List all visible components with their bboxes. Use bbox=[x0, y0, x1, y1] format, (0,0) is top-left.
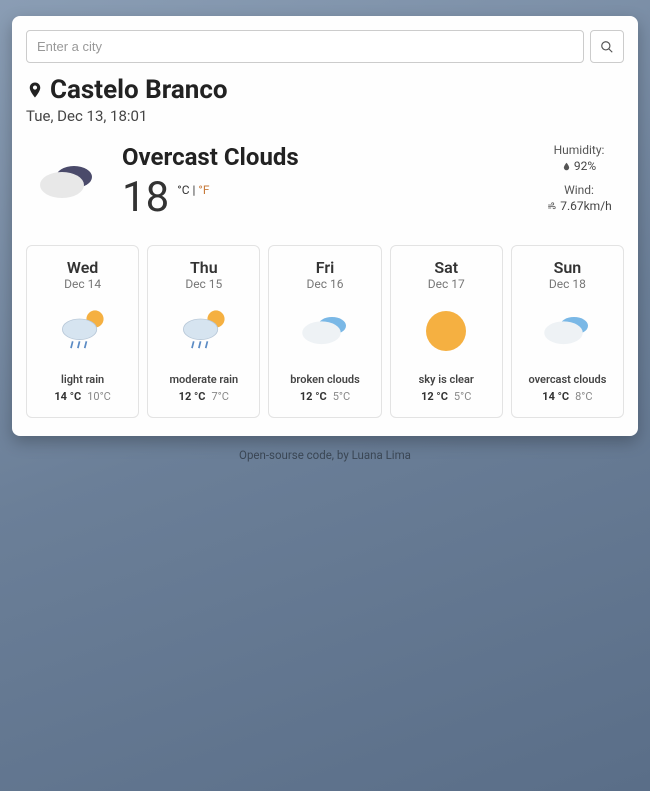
forecast-day-name: Sat bbox=[395, 258, 498, 277]
forecast-day-date: Dec 14 bbox=[31, 277, 134, 291]
forecast-day-name: Sun bbox=[516, 258, 619, 277]
wind-label: Wind: bbox=[534, 183, 624, 197]
current-weather-icon bbox=[34, 157, 104, 217]
forecast-description: broken clouds bbox=[273, 373, 376, 386]
footer-credit: Open-sourse code, by Luana Lima bbox=[0, 448, 650, 462]
search-icon bbox=[600, 40, 614, 54]
forecast-weather-icon bbox=[273, 303, 376, 359]
wind-icon bbox=[546, 202, 557, 211]
forecast-day-card: FriDec 16 broken clouds 12 °C 5°C bbox=[268, 245, 381, 418]
forecast-high: 12 °C bbox=[300, 390, 327, 403]
search-button[interactable] bbox=[590, 30, 624, 63]
forecast-day-name: Wed bbox=[31, 258, 134, 277]
weather-description: Overcast Clouds bbox=[122, 143, 516, 171]
forecast-day-date: Dec 18 bbox=[516, 277, 619, 291]
forecast-day-date: Dec 16 bbox=[273, 277, 376, 291]
forecast-weather-icon bbox=[395, 303, 498, 359]
forecast-high: 12 °C bbox=[421, 390, 448, 403]
forecast-description: overcast clouds bbox=[516, 373, 619, 386]
forecast-description: sky is clear bbox=[395, 373, 498, 386]
forecast-day-name: Fri bbox=[273, 258, 376, 277]
forecast-day-name: Thu bbox=[152, 258, 255, 277]
forecast-day-card: SatDec 17 sky is clear 12 °C 5°C bbox=[390, 245, 503, 418]
unit-fahrenheit[interactable]: °F bbox=[198, 183, 209, 197]
forecast-temps: 14 °C 10°C bbox=[31, 390, 134, 403]
search-input[interactable] bbox=[26, 30, 584, 63]
forecast-weather-icon bbox=[152, 303, 255, 359]
current-main: Overcast Clouds 18 °C | °F bbox=[122, 143, 516, 219]
forecast-low: 5°C bbox=[454, 390, 471, 403]
current-conditions: Overcast Clouds 18 °C | °F Humidity: 92%… bbox=[26, 143, 624, 223]
forecast-low: 8°C bbox=[575, 390, 592, 403]
temperature-row: 18 °C | °F bbox=[122, 177, 516, 219]
forecast-description: light rain bbox=[31, 373, 134, 386]
forecast-description: moderate rain bbox=[152, 373, 255, 386]
forecast-day-card: ThuDec 15 moderate rain 12 °C 7°C bbox=[147, 245, 260, 418]
forecast-low: 7°C bbox=[212, 390, 229, 403]
forecast-high: 12 °C bbox=[179, 390, 206, 403]
forecast-temps: 14 °C 8°C bbox=[516, 390, 619, 403]
unit-celsius[interactable]: °C bbox=[177, 183, 189, 197]
city-name: Castelo Branco bbox=[50, 75, 228, 105]
forecast-day-date: Dec 15 bbox=[152, 277, 255, 291]
forecast-low: 10°C bbox=[87, 390, 111, 403]
unit-toggle: °C | °F bbox=[177, 183, 209, 197]
location-pin-icon bbox=[26, 79, 44, 101]
forecast-high: 14 °C bbox=[54, 390, 81, 403]
forecast-temps: 12 °C 5°C bbox=[395, 390, 498, 403]
humidity-label: Humidity: bbox=[534, 143, 624, 157]
wind-value: 7.67km/h bbox=[534, 199, 624, 213]
forecast-high: 14 °C bbox=[542, 390, 569, 403]
forecast-temps: 12 °C 7°C bbox=[152, 390, 255, 403]
forecast-weather-icon bbox=[31, 303, 134, 359]
droplet-icon bbox=[562, 162, 571, 171]
forecast-weather-icon bbox=[516, 303, 619, 359]
forecast-row: WedDec 14 light rain 14 °C 10°C ThuDec 15 mod… bbox=[26, 245, 624, 418]
forecast-day-date: Dec 17 bbox=[395, 277, 498, 291]
current-temperature: 18 bbox=[122, 177, 169, 219]
forecast-day-card: WedDec 14 light rain 14 °C 10°C bbox=[26, 245, 139, 418]
forecast-low: 5°C bbox=[333, 390, 350, 403]
search-row bbox=[26, 30, 624, 63]
current-datetime: Tue, Dec 13, 18:01 bbox=[26, 107, 624, 125]
humidity-value: 92% bbox=[534, 159, 624, 173]
forecast-temps: 12 °C 5°C bbox=[273, 390, 376, 403]
location-row: Castelo Branco bbox=[26, 75, 624, 105]
weather-card: Castelo Branco Tue, Dec 13, 18:01 Overca… bbox=[12, 16, 638, 436]
weather-extras: Humidity: 92% Wind: 7.67km/h bbox=[534, 143, 624, 223]
forecast-day-card: SunDec 18 overcast clouds 14 °C 8°C bbox=[511, 245, 624, 418]
